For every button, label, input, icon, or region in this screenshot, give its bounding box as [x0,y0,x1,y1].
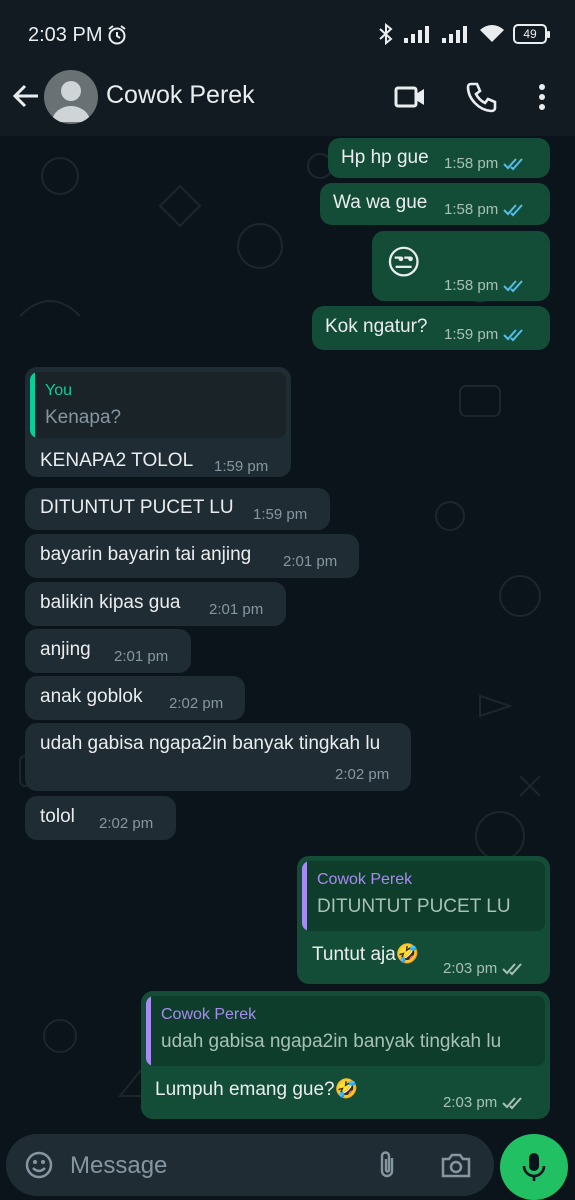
wifi-icon [480,25,504,42]
composer: Message [0,1130,575,1200]
message-text: bayarin bayarin tai anjing [40,544,252,565]
double-check-blue-icon [503,203,523,216]
message-placeholder: Message [70,1152,168,1179]
message-time: 2:01 pm [209,601,264,618]
signal-icon-2 [442,26,467,43]
message-input[interactable]: Message [6,1134,494,1196]
contact-name[interactable]: Cowok Perek [106,81,255,110]
message-time: 2:03 pm [443,1094,498,1111]
message-text: balikin kipas gua [40,592,181,613]
double-check-blue-icon [503,157,523,170]
signal-icon [404,26,429,43]
alarm-icon [108,25,126,45]
quoted-message[interactable]: You Kenapa? [30,372,286,438]
message-outgoing[interactable]: Cowok Perek DITUNTUT PUCET LU Tuntut aja… [297,856,550,984]
message-time: 2:02 pm [335,766,390,783]
message-meta: 1:59 pm [444,326,525,343]
message-time: 2:03 pm [443,960,498,977]
voice-record-button[interactable] [500,1134,568,1200]
quoted-message[interactable]: Cowok Perek DITUNTUT PUCET LU [302,861,545,931]
quote-author: You [45,382,72,399]
double-check-gray-icon [502,962,522,975]
message-incoming[interactable]: DITUNTUT PUCET LU 1:59 pm [25,488,330,530]
paperclip-icon[interactable] [374,1150,402,1180]
emoji-icon[interactable] [24,1150,54,1180]
message-time: 1:59 pm [253,506,308,523]
message-incoming[interactable]: anak goblok 2:02 pm [25,676,245,720]
message-outgoing[interactable]: Kok ngatur? 1:59 pm [312,306,550,350]
quote-author: Cowok Perek [161,1006,257,1023]
message-time: 1:59 pm [214,458,269,475]
mic-icon [522,1153,546,1181]
quoted-message[interactable]: Cowok Perek udah gabisa ngapa2in banyak … [146,996,545,1066]
message-meta: 2:03 pm [443,960,524,977]
bluetooth-icon [379,22,393,46]
message-time: 2:02 pm [169,695,224,712]
message-text: Kok ngatur? [325,316,428,337]
message-text: KENAPA2 TOLOL [40,450,194,471]
message-text: udah gabisa ngapa2in banyak tingkah lu [40,733,381,754]
message-outgoing[interactable]: Wa wa gue 1:58 pm [320,183,550,225]
message-time: 1:59 pm [444,326,499,343]
message-time: 1:58 pm [444,155,499,172]
quote-bar [30,372,35,438]
message-text: anak goblok [40,686,143,707]
camera-icon[interactable] [440,1150,472,1180]
message-meta: 1:58 pm [444,201,525,218]
message-text: DITUNTUT PUCET LU [40,497,234,518]
quote-text: DITUNTUT PUCET LU [317,896,511,917]
chat-header: Cowok Perek [0,60,575,136]
message-incoming[interactable]: You Kenapa? KENAPA2 TOLOL 1:59 pm [25,367,291,477]
message-time: 1:58 pm [444,201,499,218]
message-list[interactable]: Hp hp gue 1:58 pm Wa wa gue 1:58 pm 😒 1:… [0,136,575,1130]
double-check-blue-icon [503,279,523,292]
avatar[interactable] [44,70,98,124]
double-check-blue-icon [503,328,523,341]
message-text: Hp hp gue [341,147,429,168]
double-check-gray-icon [502,1096,522,1109]
quote-bar [302,861,307,931]
battery-indicator: 49 [513,24,550,44]
message-text: Tuntut aja🤣 [312,944,420,965]
status-time: 2:03 PM [28,24,103,46]
message-time: 2:02 pm [99,815,154,832]
message-incoming[interactable]: anjing 2:01 pm [25,629,191,673]
message-incoming[interactable]: bayarin bayarin tai anjing 2:01 pm [25,534,359,578]
message-incoming[interactable]: udah gabisa ngapa2in banyak tingkah lu 2… [25,723,411,791]
message-incoming[interactable]: balikin kipas gua 2:01 pm [25,582,286,626]
message-time: 2:01 pm [114,648,169,665]
message-outgoing[interactable]: Hp hp gue 1:58 pm [328,138,550,178]
more-vert-icon[interactable] [525,80,559,114]
message-meta: 1:58 pm [444,277,525,294]
message-text: anjing [40,639,91,660]
video-icon[interactable] [393,80,427,114]
message-meta: 1:58 pm [444,155,525,172]
quote-bar [146,996,151,1066]
default-avatar-icon [52,81,90,122]
message-text: Lumpuh emang gue?🤣 [155,1079,359,1100]
quote-author: Cowok Perek [317,871,413,888]
quote-text: Kenapa? [45,407,122,428]
message-incoming[interactable]: tolol 2:02 pm [25,796,176,840]
phone-icon[interactable] [464,80,498,114]
message-meta: 2:03 pm [443,1094,524,1111]
message-outgoing[interactable]: 😒 1:58 pm [372,231,550,301]
message-outgoing[interactable]: Cowok Perek udah gabisa ngapa2in banyak … [141,991,550,1119]
message-emoji: 😒 [386,244,422,282]
message-text: Wa wa gue [333,192,428,213]
arrow-left-icon[interactable] [10,80,42,112]
message-time: 2:01 pm [283,553,338,570]
message-text: tolol [40,806,75,827]
quote-text: udah gabisa ngapa2in banyak tingkah lu [161,1031,502,1052]
message-time: 1:58 pm [444,277,499,294]
